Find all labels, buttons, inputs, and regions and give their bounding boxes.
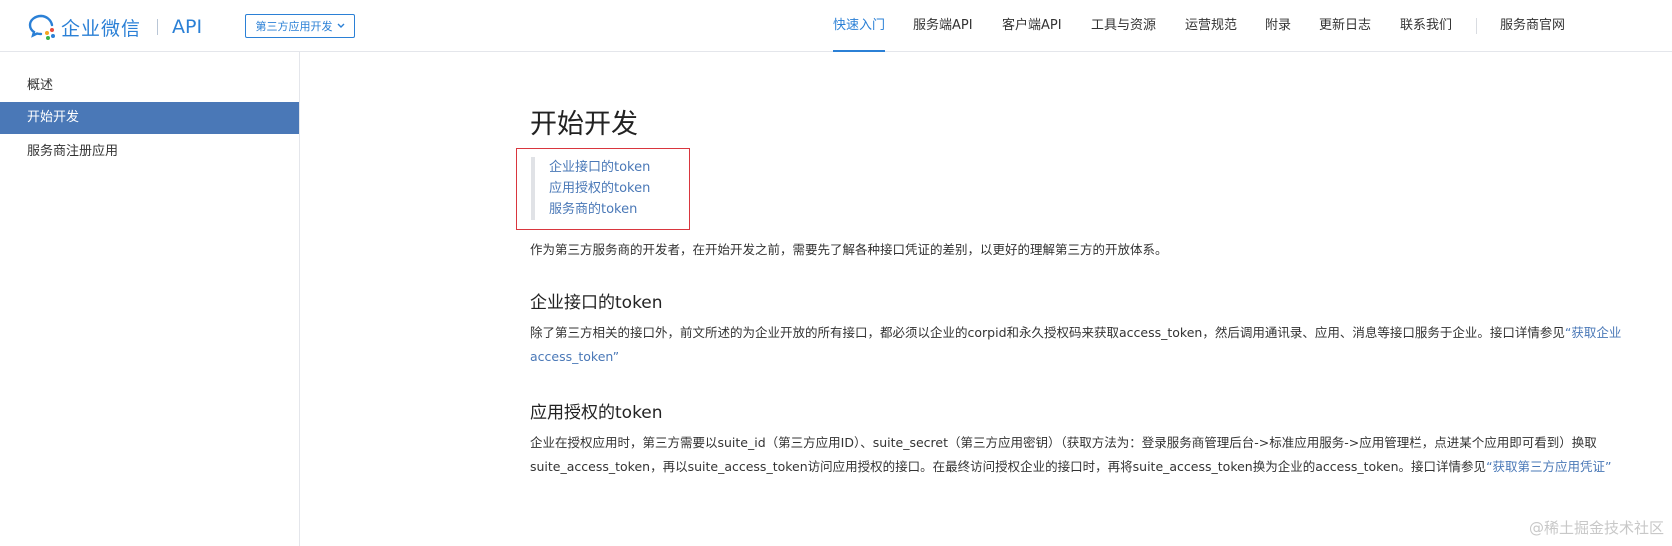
- table-of-contents: 企业接口的token 应用授权的token 服务商的token: [531, 157, 650, 220]
- section-text-suite-token: 企业在授权应用时，第三方需要以suite_id（第三方应用ID）、suite_s…: [530, 431, 1672, 479]
- intro-paragraph: 作为第三方服务商的开发者，在开始开发之前，需要先了解各种接口凭证的差别，以更好的…: [530, 242, 1168, 257]
- top-header: 企业微信 API 第三方应用开发 快速入门 服务端API 客户端API 工具与资…: [0, 0, 1672, 52]
- logo-divider: [157, 19, 159, 35]
- sidebar-item-register-app[interactable]: 服务商注册应用: [0, 136, 299, 168]
- section-body: 除了第三方相关的接口外，前文所述的为企业开放的所有接口，都必须以企业的corpi…: [530, 325, 1565, 340]
- link-get-suite-token[interactable]: “获取第三方应用凭证”: [1486, 459, 1611, 474]
- nav-server-api[interactable]: 服务端API: [913, 0, 973, 52]
- nav-changelog[interactable]: 更新日志: [1319, 0, 1371, 52]
- nav-tools-resources[interactable]: 工具与资源: [1091, 0, 1156, 52]
- sidebar: 概述 开始开发 服务商注册应用: [0, 52, 300, 546]
- nav-quick-start[interactable]: 快速入门: [833, 0, 886, 52]
- logo-api-text: API: [172, 16, 203, 38]
- toc-highlight-box: 企业接口的token 应用授权的token 服务商的token: [516, 148, 690, 230]
- chevron-down-icon: [337, 23, 344, 28]
- nav-appendix[interactable]: 附录: [1265, 0, 1291, 52]
- toc-link-suite-token[interactable]: 应用授权的token: [549, 178, 650, 199]
- nav-provider-site[interactable]: 服务商官网: [1500, 0, 1565, 52]
- dropdown-label: 第三方应用开发: [255, 20, 333, 33]
- doc-category-dropdown[interactable]: 第三方应用开发: [245, 14, 355, 38]
- section-heading-corp-token: 企业接口的token: [530, 293, 663, 313]
- nav-divider: [1476, 18, 1477, 34]
- toc-link-provider-token[interactable]: 服务商的token: [549, 199, 650, 220]
- main-content: 开始开发 企业接口的token 应用授权的token 服务商的token 作为第…: [300, 52, 1672, 546]
- sidebar-item-overview[interactable]: 概述: [0, 70, 299, 102]
- section-heading-suite-token: 应用授权的token: [530, 403, 663, 423]
- page-title: 开始开发: [530, 109, 638, 140]
- logo[interactable]: 企业微信 API: [27, 12, 202, 42]
- toc-link-corp-token[interactable]: 企业接口的token: [549, 157, 650, 178]
- wecom-logo-icon: [28, 14, 55, 40]
- section-body: 企业在授权应用时，第三方需要以suite_id（第三方应用ID）、suite_s…: [530, 435, 1597, 474]
- logo-text: 企业微信: [61, 17, 142, 40]
- nav-contact-us[interactable]: 联系我们: [1400, 0, 1452, 52]
- nav-operation-rules[interactable]: 运营规范: [1185, 0, 1237, 52]
- section-text-corp-token: 除了第三方相关的接口外，前文所述的为企业开放的所有接口，都必须以企业的corpi…: [530, 321, 1672, 369]
- watermark: @稀土掘金技术社区: [1528, 519, 1664, 537]
- nav-client-api[interactable]: 客户端API: [1002, 0, 1062, 52]
- sidebar-item-start-dev[interactable]: 开始开发: [0, 102, 299, 134]
